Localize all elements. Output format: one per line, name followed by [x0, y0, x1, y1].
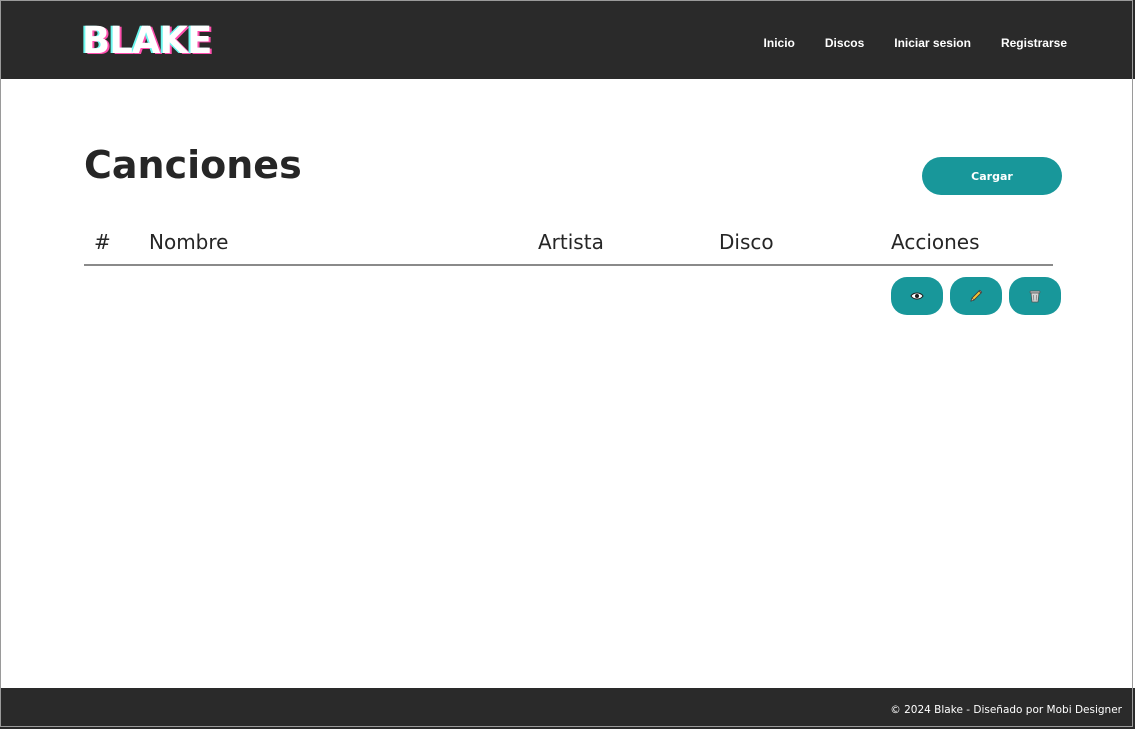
nav-link-registrarse[interactable]: Registrarse [1001, 36, 1067, 50]
column-header-nombre: Nombre [149, 230, 229, 254]
page-title: Canciones [84, 143, 302, 187]
row-action-buttons [891, 277, 1061, 315]
top-navbar: BLAKE Inicio Discos Iniciar sesion Regis… [0, 0, 1135, 79]
nav-link-discos[interactable]: Discos [825, 36, 864, 50]
window-border [0, 0, 1133, 727]
column-header-number: # [94, 230, 111, 254]
column-header-artista: Artista [538, 230, 604, 254]
footer: © 2024 Blake - Diseñado por Mobi Designe… [0, 688, 1135, 729]
table-header: # Nombre Artista Disco Acciones [84, 222, 1053, 266]
column-header-disco: Disco [719, 230, 774, 254]
songs-table: # Nombre Artista Disco Acciones [84, 222, 1053, 266]
nav-link-inicio[interactable]: Inicio [764, 36, 795, 50]
main-nav: Inicio Discos Iniciar sesion Registrarse [764, 36, 1067, 50]
view-button[interactable] [891, 277, 943, 315]
edit-button[interactable] [950, 277, 1002, 315]
nav-link-iniciar-sesion[interactable]: Iniciar sesion [894, 36, 971, 50]
eye-icon [910, 292, 924, 300]
cargar-button[interactable]: Cargar [922, 157, 1062, 195]
copyright-text: © 2024 Blake - Diseñado por Mobi Designe… [890, 704, 1122, 716]
site-logo[interactable]: BLAKE [82, 21, 212, 61]
trash-icon [1029, 290, 1041, 303]
pencil-icon [970, 289, 983, 302]
column-header-acciones: Acciones [891, 230, 980, 254]
delete-button[interactable] [1009, 277, 1061, 315]
